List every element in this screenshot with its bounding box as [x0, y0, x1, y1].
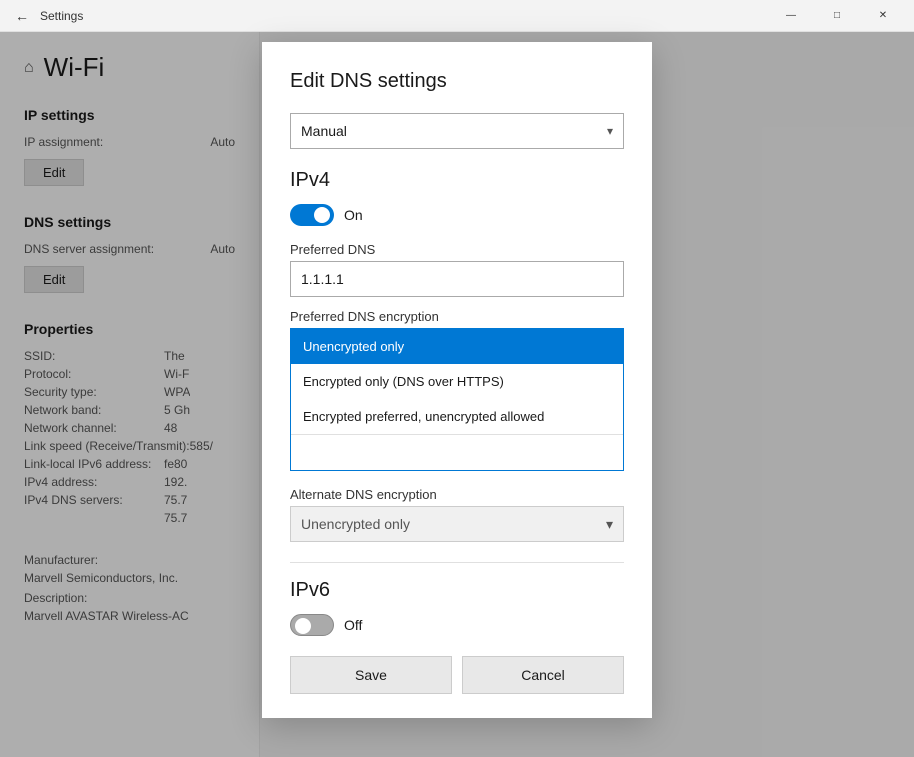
chevron-down-icon: ▾	[607, 124, 613, 138]
enc-option-encrypted-only[interactable]: Encrypted only (DNS over HTTPS)	[291, 364, 623, 399]
ipv6-divider	[290, 562, 624, 563]
alt-enc-select[interactable]: Unencrypted only ▾	[290, 506, 624, 542]
ipv4-toggle-row: On	[290, 204, 624, 226]
ipv6-toggle[interactable]	[290, 614, 334, 636]
minimize-icon: —	[786, 10, 796, 21]
edit-dns-dialog: Edit DNS settings Manual ▾ IPv4 On Prefe…	[262, 42, 652, 718]
ipv6-toggle-row: Off	[290, 614, 624, 636]
ipv4-toggle-label: On	[344, 207, 363, 223]
preferred-enc-dropdown[interactable]: Unencrypted only Encrypted only (DNS ove…	[290, 328, 624, 471]
dialog-footer: Save Cancel	[290, 656, 624, 694]
maximize-button[interactable]: □	[814, 0, 860, 32]
window-title: Settings	[40, 9, 83, 23]
alt-enc-value: Unencrypted only	[301, 516, 410, 532]
dialog-overlay: Edit DNS settings Manual ▾ IPv4 On Prefe…	[0, 32, 914, 757]
main-layout: ⌂ Wi-Fi IP settings IP assignment: Auto …	[0, 32, 914, 757]
preferred-enc-label: Preferred DNS encryption	[290, 309, 624, 324]
close-button[interactable]: ✕	[860, 0, 906, 32]
dns-mode-select[interactable]: Manual ▾	[290, 113, 624, 149]
enc-option-blank	[291, 434, 623, 470]
minimize-button[interactable]: —	[768, 0, 814, 32]
ipv4-toggle[interactable]	[290, 204, 334, 226]
back-button[interactable]: ←	[8, 2, 36, 30]
dns-mode-wrapper: Manual ▾	[290, 113, 624, 149]
toggle-thumb	[314, 207, 330, 223]
title-bar: ← Settings — □ ✕	[0, 0, 914, 32]
enc-option-encrypted-preferred[interactable]: Encrypted preferred, unencrypted allowed	[291, 399, 623, 434]
preferred-enc-wrapper: Preferred DNS encryption Unencrypted onl…	[290, 309, 624, 471]
save-button[interactable]: Save	[290, 656, 452, 694]
maximize-icon: □	[834, 10, 840, 21]
close-icon: ✕	[879, 10, 887, 21]
ipv6-toggle-label: Off	[344, 617, 362, 633]
back-icon: ←	[15, 8, 29, 24]
preferred-dns-input[interactable]	[290, 261, 624, 297]
ipv6-section-title: IPv6	[290, 579, 624, 602]
window-controls: — □ ✕	[768, 0, 906, 32]
dialog-title: Edit DNS settings	[290, 70, 624, 93]
dns-mode-value: Manual	[301, 123, 347, 139]
alt-chevron-icon: ▾	[606, 516, 613, 533]
enc-option-unencrypted[interactable]: Unencrypted only	[291, 329, 623, 364]
preferred-dns-label: Preferred DNS	[290, 242, 624, 257]
ipv4-section-title: IPv4	[290, 169, 624, 192]
alt-enc-label: Alternate DNS encryption	[290, 487, 624, 502]
ipv6-toggle-thumb	[295, 618, 311, 634]
cancel-button[interactable]: Cancel	[462, 656, 624, 694]
